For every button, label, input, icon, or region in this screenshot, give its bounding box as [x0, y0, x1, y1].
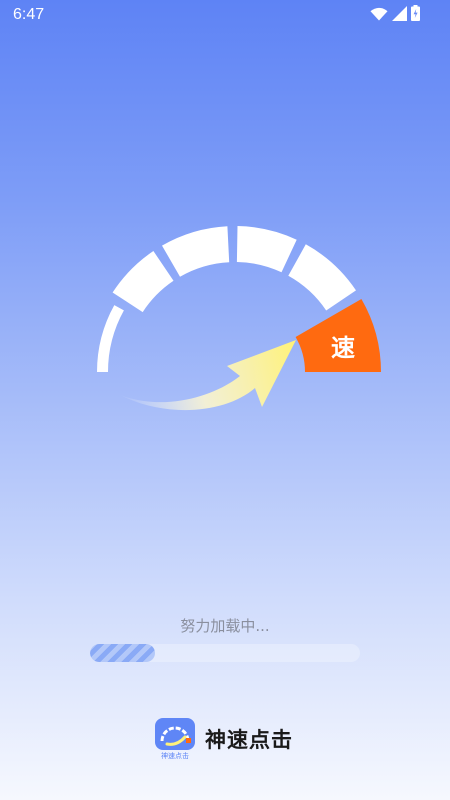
loading-progress-fill: [90, 644, 155, 662]
speedometer-illustration: 速: [97, 226, 381, 411]
app-name: 神速点击: [205, 728, 293, 752]
speed-arrow-icon: [120, 340, 296, 411]
loading-text: 努力加载中...: [180, 617, 270, 635]
speed-badge-label: 速: [331, 334, 355, 362]
app-brand: 神速点击 神速点击: [155, 718, 293, 760]
speedometer-segment: [112, 251, 174, 313]
speedometer-segment: [236, 226, 297, 273]
speedometer-segment: [288, 244, 356, 311]
speedometer-segment: [162, 226, 230, 277]
loading-progress-bar: [90, 644, 360, 662]
app-logo-icon: 神速点击: [155, 718, 195, 760]
app-logo-caption: 神速点击: [161, 751, 189, 760]
speedometer-segment: [97, 305, 124, 372]
